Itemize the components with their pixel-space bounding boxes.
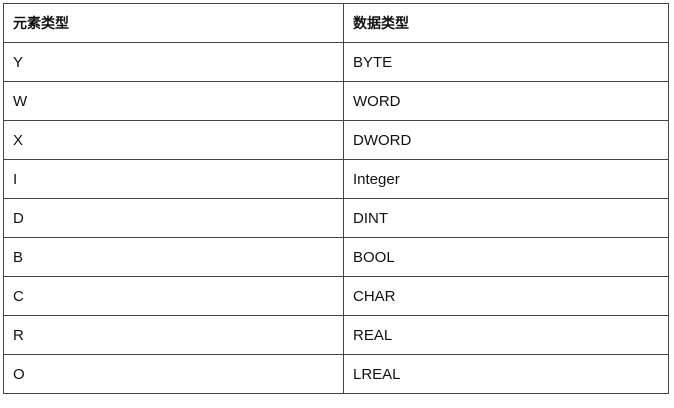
header-data-type: 数据类型 [343, 3, 669, 43]
cell-data-type: BOOL [343, 237, 669, 277]
table-row: W WORD [3, 81, 669, 121]
cell-element-type: W [3, 81, 344, 121]
cell-element-type: D [3, 198, 344, 238]
table-row: O LREAL [3, 354, 669, 394]
table-row: I Integer [3, 159, 669, 199]
cell-data-type: CHAR [343, 276, 669, 316]
table-row: D DINT [3, 198, 669, 238]
table-row: C CHAR [3, 276, 669, 316]
table-row: Y BYTE [3, 42, 669, 82]
cell-element-type: X [3, 120, 344, 160]
cell-data-type: Integer [343, 159, 669, 199]
cell-data-type: REAL [343, 315, 669, 355]
cell-element-type: O [3, 354, 344, 394]
type-mapping-table: 元素类型 数据类型 Y BYTE W WORD X DWORD I Intege… [3, 3, 669, 394]
cell-element-type: R [3, 315, 344, 355]
cell-element-type: C [3, 276, 344, 316]
cell-data-type: WORD [343, 81, 669, 121]
header-row: 元素类型 数据类型 [3, 3, 669, 43]
cell-data-type: LREAL [343, 354, 669, 394]
header-element-type: 元素类型 [3, 3, 344, 43]
table-body: Y BYTE W WORD X DWORD I Integer D DINT B… [3, 42, 669, 394]
table-row: B BOOL [3, 237, 669, 277]
cell-element-type: I [3, 159, 344, 199]
cell-data-type: BYTE [343, 42, 669, 82]
cell-element-type: B [3, 237, 344, 277]
table-row: X DWORD [3, 120, 669, 160]
type-mapping-table-container: 元素类型 数据类型 Y BYTE W WORD X DWORD I Intege… [3, 3, 669, 394]
cell-element-type: Y [3, 42, 344, 82]
table-row: R REAL [3, 315, 669, 355]
cell-data-type: DINT [343, 198, 669, 238]
table-header: 元素类型 数据类型 [3, 3, 669, 43]
cell-data-type: DWORD [343, 120, 669, 160]
